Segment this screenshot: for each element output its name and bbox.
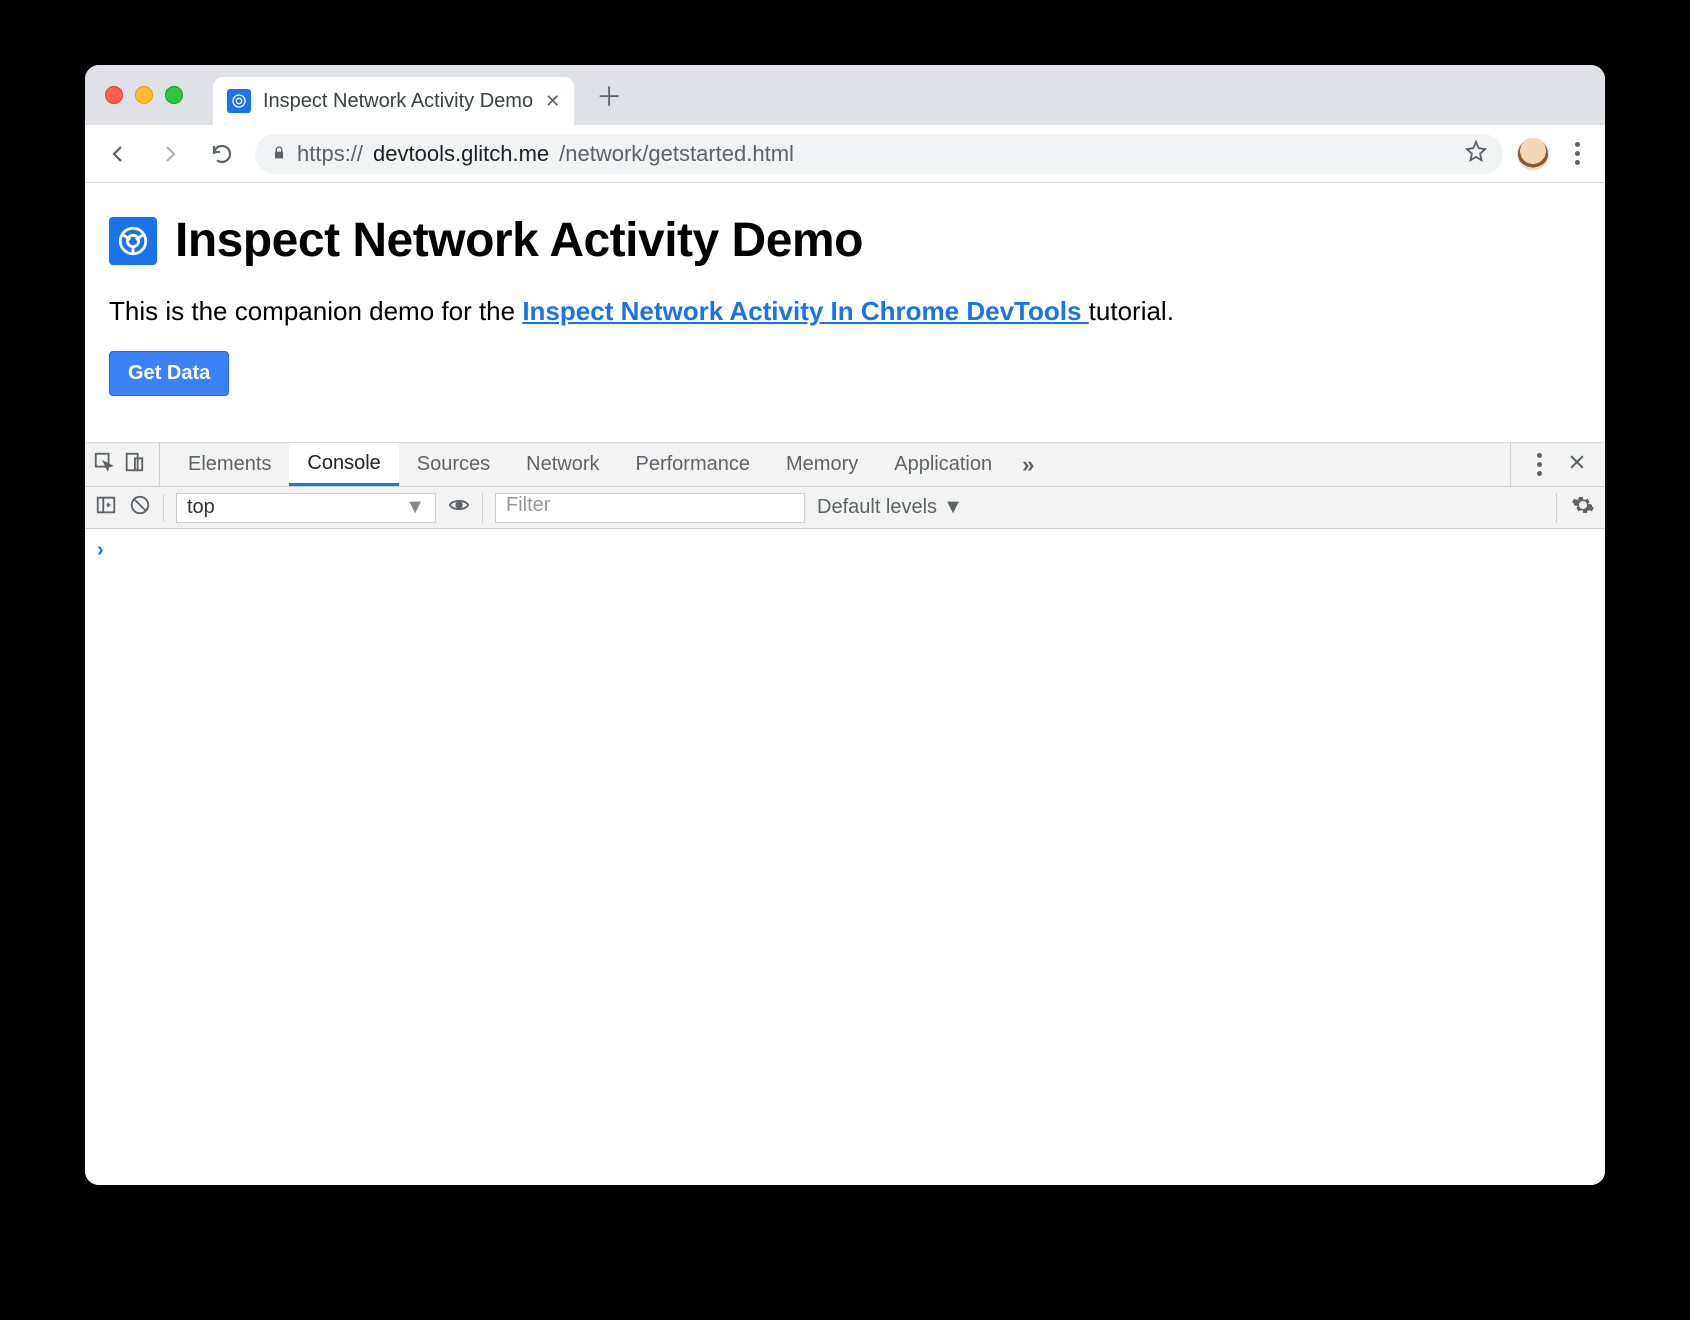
page-logo-icon [109,217,157,265]
devtools-menu-button[interactable] [1525,453,1553,476]
tab-title: Inspect Network Activity Demo [263,90,533,113]
back-button[interactable] [99,135,137,173]
url-scheme: https:// [297,141,363,167]
caret-down-icon: ▼ [405,496,425,519]
page-intro: This is the companion demo for the Inspe… [109,296,1581,327]
browser-toolbar: https:// devtools.glitch.me/network/getst… [85,125,1605,183]
tab-memory[interactable]: Memory [768,443,876,486]
address-bar[interactable]: https:// devtools.glitch.me/network/getst… [255,134,1503,174]
bookmark-star-icon[interactable] [1465,140,1487,168]
tab-network[interactable]: Network [508,443,617,486]
context-value: top [187,496,215,519]
minimize-window-button[interactable] [135,86,153,104]
intro-text-before: This is the companion demo for the [109,296,522,326]
tab-sources[interactable]: Sources [399,443,508,486]
console-settings-icon[interactable] [1556,493,1595,523]
close-tab-button[interactable]: ✕ [545,91,560,112]
filter-placeholder: Filter [506,494,550,516]
page-content: Inspect Network Activity Demo This is th… [85,183,1605,443]
maximize-window-button[interactable] [165,86,183,104]
url-host: devtools.glitch.me [373,141,549,167]
browser-tab[interactable]: Inspect Network Activity Demo ✕ [213,77,574,125]
console-toolbar: top ▼ Filter Default levels ▼ [85,487,1605,529]
execution-context-select[interactable]: top ▼ [176,493,436,523]
forward-button[interactable] [151,135,189,173]
window-controls [105,86,183,104]
browser-menu-button[interactable] [1563,142,1591,165]
profile-avatar[interactable] [1517,138,1549,170]
log-levels-select[interactable]: Default levels ▼ [817,496,963,519]
inspect-element-icon[interactable] [93,451,115,479]
clear-console-icon[interactable] [129,494,151,522]
intro-text-after: tutorial. [1089,296,1174,326]
tab-performance[interactable]: Performance [618,443,769,486]
levels-label: Default levels [817,496,937,519]
titlebar: Inspect Network Activity Demo ✕ ＋ [85,65,1605,125]
console-sidebar-toggle-icon[interactable] [95,494,117,522]
devtools-close-button[interactable] [1567,452,1587,478]
devtools-tabbar: Elements Console Sources Network Perform… [85,443,1605,487]
close-window-button[interactable] [105,86,123,104]
console-output[interactable]: › [85,529,1605,1185]
console-prompt-icon: › [97,539,104,561]
new-tab-button[interactable]: ＋ [590,76,628,114]
favicon-icon [227,89,251,113]
tab-application[interactable]: Application [876,443,1010,486]
lock-icon [271,141,287,167]
browser-window: Inspect Network Activity Demo ✕ ＋ https:… [85,65,1605,1185]
tab-console[interactable]: Console [289,443,398,486]
devtools-panel: Elements Console Sources Network Perform… [85,443,1605,1185]
page-heading: Inspect Network Activity Demo [175,213,863,268]
tab-elements[interactable]: Elements [170,443,289,486]
tutorial-link[interactable]: Inspect Network Activity In Chrome DevTo… [522,296,1088,326]
get-data-button[interactable]: Get Data [109,351,229,396]
tabs-overflow-button[interactable]: » [1010,443,1046,486]
caret-down-icon: ▼ [943,496,963,519]
device-toolbar-icon[interactable] [123,451,145,479]
url-path: /network/getstarted.html [559,141,794,167]
reload-button[interactable] [203,135,241,173]
console-filter-input[interactable]: Filter [495,493,805,523]
live-expression-icon[interactable] [448,494,470,522]
